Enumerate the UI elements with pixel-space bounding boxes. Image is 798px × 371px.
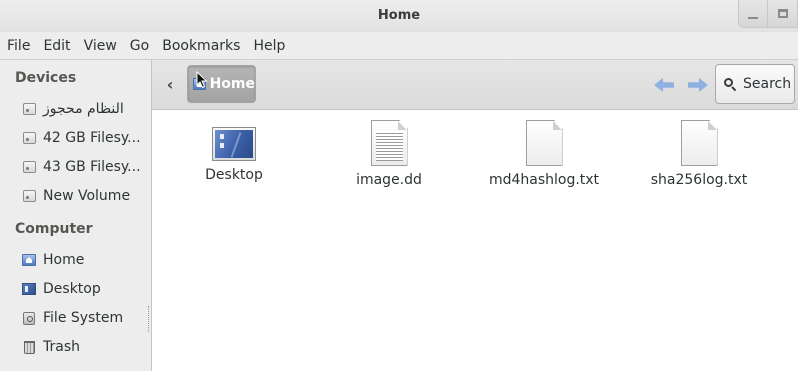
file-item-md4hashlog[interactable]: md4hashlog.txt xyxy=(469,120,619,188)
title-bar: Home xyxy=(0,0,798,32)
drive-icon xyxy=(22,131,36,145)
forward-button[interactable] xyxy=(686,74,710,96)
minimize-button[interactable] xyxy=(738,0,768,28)
file-item-image-dd[interactable]: image.dd xyxy=(314,120,464,188)
sidebar-item-reserved-volume[interactable]: النظام محجوز xyxy=(22,98,150,120)
trash-icon xyxy=(22,340,36,354)
places-sidebar: Devices النظام محجوز 42 GB Filesy... 43 … xyxy=(0,60,152,371)
file-item-desktop[interactable]: Desktop xyxy=(159,120,309,183)
file-name: sha256log.txt xyxy=(650,172,748,188)
file-name: md4hashlog.txt xyxy=(488,172,600,188)
sidebar-item-new-volume[interactable]: New Volume xyxy=(22,185,150,207)
drive-icon xyxy=(22,102,36,116)
sidebar-item-42gb-filesystem[interactable]: 42 GB Filesy... xyxy=(22,127,150,149)
desktop-icon xyxy=(22,282,36,296)
sidebar-item-label: النظام محجوز xyxy=(43,101,124,117)
menu-go[interactable]: Go xyxy=(125,38,154,54)
file-item-sha256log[interactable]: sha256log.txt xyxy=(624,120,774,188)
file-view: Desktop image.dd md4hashlog.txt sha256lo… xyxy=(152,111,798,371)
sidebar-item-file-system[interactable]: File System xyxy=(22,307,150,329)
blank-document-icon xyxy=(525,120,563,166)
path-bar-label: Home xyxy=(209,76,255,92)
sidebar-item-desktop[interactable]: Desktop xyxy=(22,278,150,300)
drive-icon xyxy=(22,160,36,174)
maximize-icon xyxy=(777,9,788,18)
maximize-button[interactable] xyxy=(768,0,798,28)
drive-icon xyxy=(22,189,36,203)
menu-bookmarks[interactable]: Bookmarks xyxy=(157,38,245,54)
sidebar-item-label: Home xyxy=(43,252,85,268)
sidebar-item-label: Desktop xyxy=(43,281,101,297)
desktop-folder-icon xyxy=(212,127,256,161)
search-icon xyxy=(724,77,737,91)
sidebar-item-home[interactable]: Home xyxy=(22,249,150,271)
window-controls xyxy=(738,0,798,32)
back-button[interactable] xyxy=(652,74,676,96)
blank-document-icon xyxy=(680,120,718,166)
sidebar-item-label: Trash xyxy=(43,339,80,355)
home-folder-icon xyxy=(22,253,36,267)
menu-view[interactable]: View xyxy=(79,38,122,54)
text-document-icon xyxy=(370,120,408,166)
menu-help[interactable]: Help xyxy=(248,38,290,54)
sidebar-item-trash[interactable]: Trash xyxy=(22,336,150,358)
file-name: Desktop xyxy=(205,167,263,183)
menu-file[interactable]: File xyxy=(2,38,35,54)
computer-heading: Computer xyxy=(15,221,93,237)
sidebar-item-43gb-filesystem[interactable]: 43 GB Filesy... xyxy=(22,156,150,178)
filesystem-icon xyxy=(22,311,36,325)
toolbar: ‹ Home Search xyxy=(152,60,798,110)
chevron-left-icon: ‹ xyxy=(166,74,174,94)
window-title: Home xyxy=(377,8,421,23)
sidebar-item-label: 42 GB Filesy... xyxy=(43,130,141,146)
sidebar-item-label: File System xyxy=(43,310,124,326)
sidebar-resize-handle[interactable] xyxy=(148,306,151,332)
path-scroll-left-button[interactable]: ‹ xyxy=(160,74,180,94)
search-button[interactable]: Search xyxy=(715,64,795,104)
search-label: Search xyxy=(743,76,792,92)
arrow-left-icon xyxy=(654,78,674,92)
devices-heading: Devices xyxy=(15,70,77,86)
sidebar-item-label: 43 GB Filesy... xyxy=(43,159,141,175)
file-name: image.dd xyxy=(356,172,422,188)
mouse-pointer-icon xyxy=(196,71,208,89)
menu-edit[interactable]: Edit xyxy=(38,38,75,54)
minimize-icon xyxy=(748,16,758,19)
sidebar-item-label: New Volume xyxy=(43,188,131,204)
menu-bar: File Edit View Go Bookmarks Help xyxy=(0,32,798,60)
arrow-right-icon xyxy=(688,78,708,92)
